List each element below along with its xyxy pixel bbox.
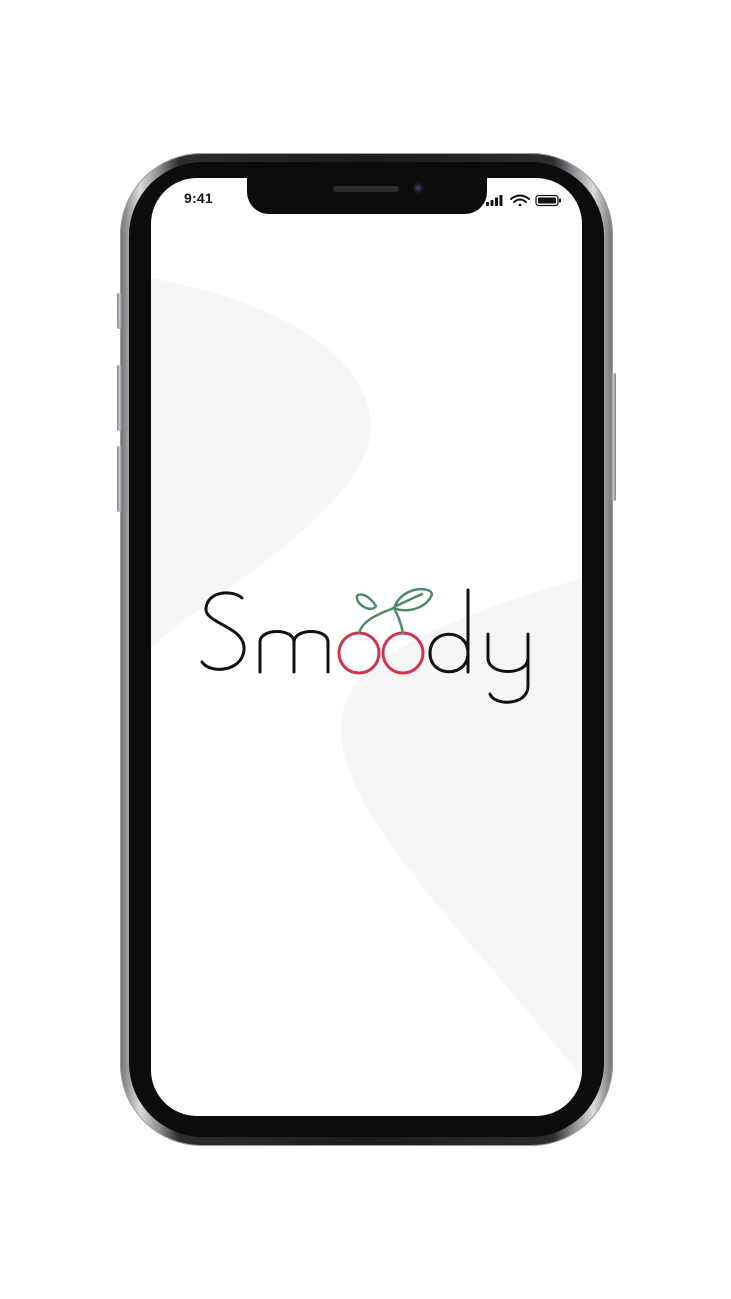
front-camera	[412, 182, 424, 194]
speaker-grill	[333, 186, 399, 192]
logo-letter-s	[200, 591, 246, 671]
notch	[247, 176, 487, 214]
status-time: 9:41	[184, 190, 213, 206]
volume-up-button	[117, 365, 122, 431]
cherry-leaf-icon	[392, 587, 434, 612]
cherry-stem-icon	[357, 606, 405, 635]
smoody-logo	[200, 587, 530, 704]
cherry-left-icon	[337, 631, 381, 675]
logo-letter-d	[428, 588, 470, 674]
volume-down-button	[117, 446, 122, 512]
battery-icon	[535, 194, 561, 207]
status-icons	[486, 194, 561, 207]
power-button	[611, 373, 616, 501]
logo-letter-m	[258, 630, 330, 674]
mute-switch	[117, 293, 122, 329]
cherry-leaf-icon	[355, 593, 378, 610]
wifi-icon	[510, 194, 530, 207]
cellular-signal-icon	[486, 195, 503, 206]
cherry-right-icon	[381, 631, 425, 675]
logo-letter-y	[486, 632, 530, 704]
